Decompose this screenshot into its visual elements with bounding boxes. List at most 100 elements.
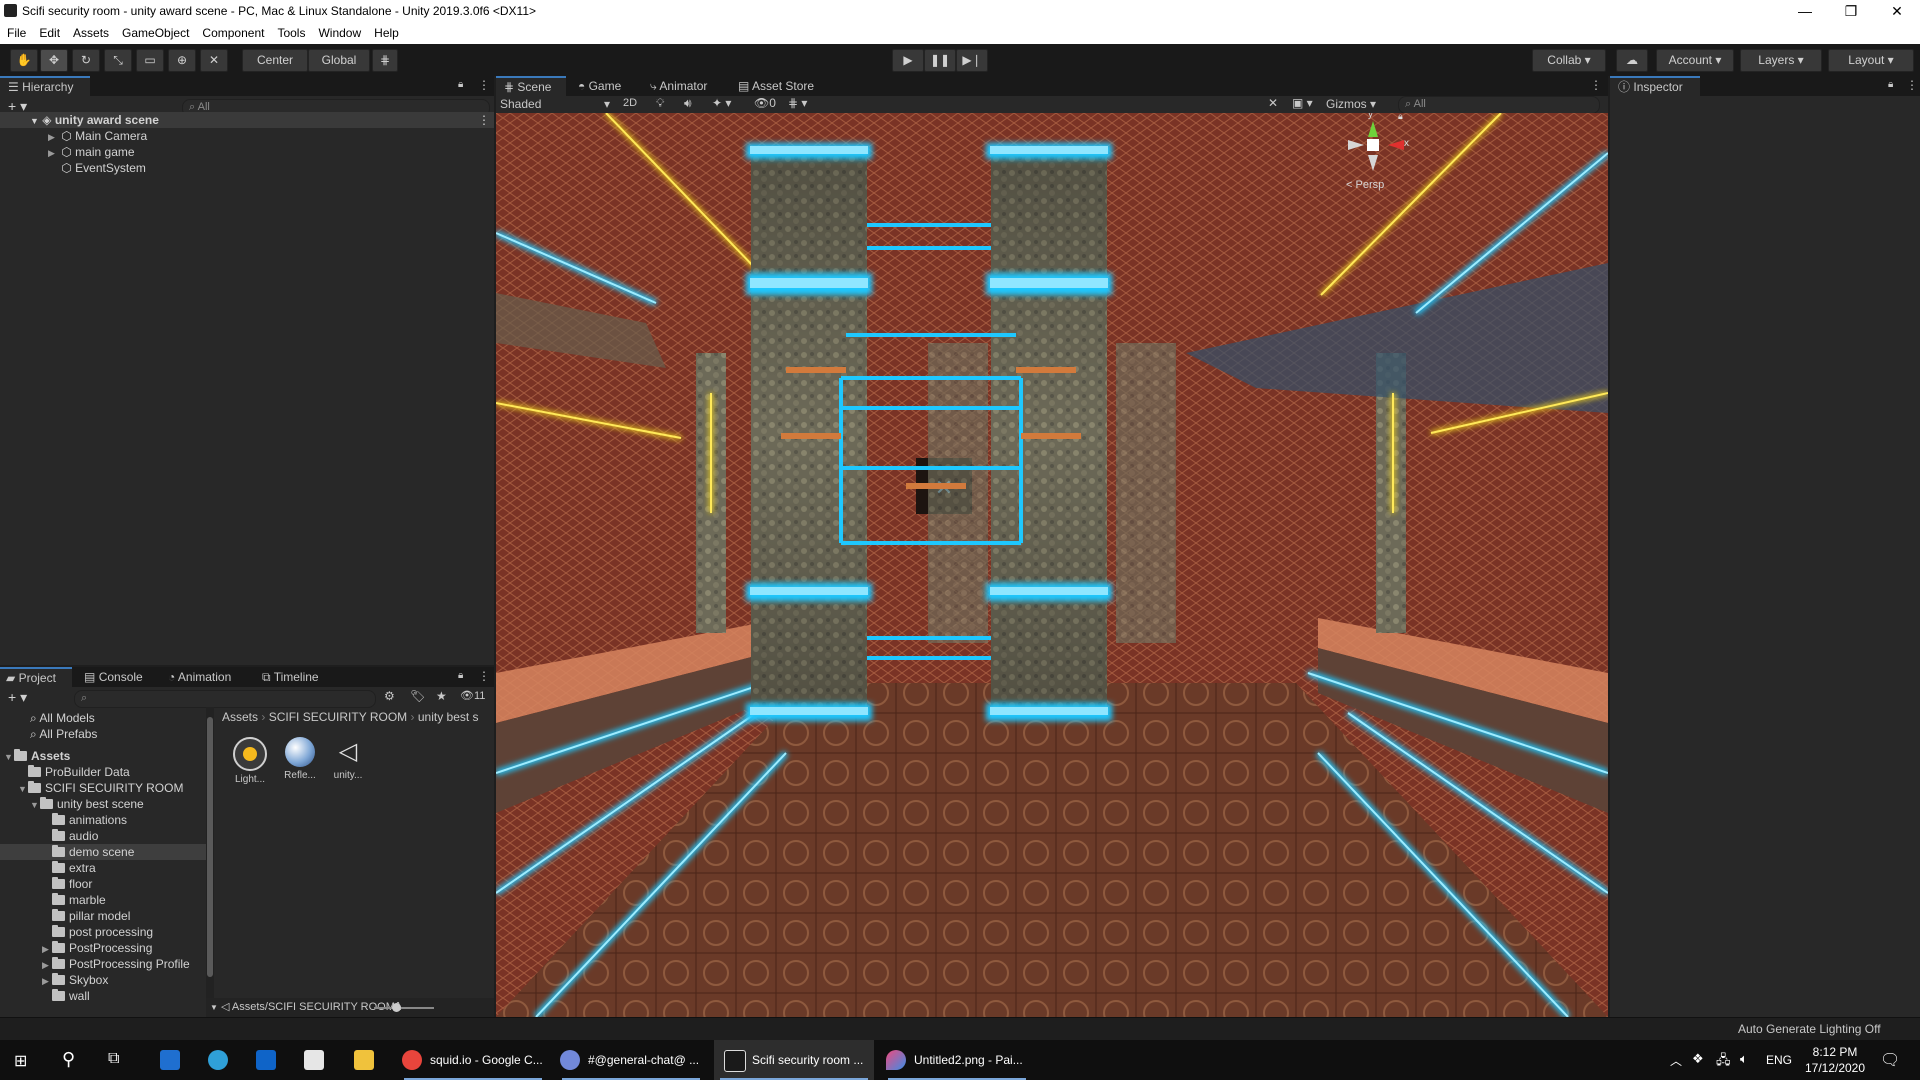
tree-item[interactable]: demo scene [0, 844, 206, 860]
tree-item[interactable]: marble [0, 892, 206, 908]
tree-root-assets[interactable]: ▼ Assets [4, 748, 70, 764]
task-view-icon[interactable]: ⧉ [108, 1050, 119, 1068]
space-global-button[interactable]: Global [308, 49, 370, 72]
tab-project[interactable]: ▰ Project [0, 667, 72, 687]
expand-arrow-icon[interactable]: ▶ [42, 957, 52, 973]
pause-button[interactable]: ❚❚ [924, 49, 956, 72]
create-asset-button[interactable]: + ▾ [8, 689, 27, 706]
pivot-center-button[interactable]: Center [242, 49, 308, 72]
tree-item[interactable]: ▼ SCIFI SECUIRITY ROOM [0, 780, 206, 796]
scene-root-row[interactable]: ▼ ◈ unity award scene ⋮ [0, 112, 494, 128]
scene-viewport[interactable]: ✕ [496, 113, 1608, 1017]
close-button[interactable]: ✕ [1874, 0, 1920, 24]
mode-2d-toggle[interactable]: 2D [618, 97, 642, 109]
favorite-star-icon[interactable]: ★ [436, 689, 447, 703]
tab-animation[interactable]: ◔ Animation [168, 667, 231, 687]
lock-icon[interactable]: 🔒︎ [458, 670, 463, 681]
tab-game[interactable]: ◓ Game [578, 76, 621, 96]
expand-arrow-icon[interactable]: ▶ [48, 129, 58, 145]
tab-timeline[interactable]: ⧉ Timeline [262, 667, 319, 687]
expand-arrow-icon[interactable]: ▼ [18, 781, 28, 797]
taskbar-app-chrome[interactable]: squid.io - Google C... [398, 1040, 548, 1080]
mail-icon[interactable] [160, 1050, 180, 1070]
lock-icon[interactable]: 🔒︎ [1888, 79, 1893, 90]
scene-menu-icon[interactable]: ⋮ [478, 112, 490, 128]
project-search-input[interactable]: ⌕ [74, 690, 376, 708]
cloud-icon[interactable]: ☁ [1616, 49, 1648, 72]
transform-tool-icon[interactable]: ⊕ [168, 49, 196, 72]
tree-item[interactable]: ProBuilder Data [0, 764, 206, 780]
lock-icon[interactable]: 🔒︎ [1398, 113, 1403, 122]
expand-arrow-icon[interactable]: ▶ [42, 941, 52, 957]
tab-asset-store[interactable]: ▤ Asset Store [738, 76, 814, 96]
asset-tile[interactable]: Light... [230, 737, 270, 785]
audio-toggle-icon[interactable]: 🔊︎ [684, 96, 692, 111]
maximize-button[interactable]: ❐ [1828, 0, 1874, 24]
filter-label-icon[interactable]: 🏷︎ [410, 689, 425, 703]
tree-scrollbar[interactable] [206, 707, 214, 1011]
rect-tool-icon[interactable]: ▭ [136, 49, 164, 72]
clock[interactable]: 8:12 PM 17/12/2020 [1800, 1044, 1870, 1076]
notifications-icon[interactable]: 🗨︎ [1880, 1050, 1900, 1070]
tree-item[interactable]: audio [0, 828, 206, 844]
lighting-toggle-icon[interactable]: 💡︎ [656, 96, 664, 111]
rotate-tool-icon[interactable]: ↻ [72, 49, 100, 72]
tree-item[interactable]: floor [0, 876, 206, 892]
tree-item[interactable]: post processing [0, 924, 206, 940]
taskbar-app-unity[interactable]: Scifi security room ... [714, 1040, 874, 1080]
play-button[interactable]: ▶ [892, 49, 924, 72]
camera-icon[interactable]: ▣ ▾ [1292, 96, 1313, 110]
visibility-icon[interactable]: 👁︎0 [754, 96, 776, 110]
file-explorer-icon[interactable] [354, 1050, 374, 1070]
store-icon[interactable] [304, 1050, 324, 1070]
kebab-menu-icon[interactable]: ⋮ [1906, 78, 1918, 92]
tab-inspector[interactable]: ⓘ Inspector [1610, 76, 1700, 96]
effects-toggle-icon[interactable]: ✦ ▾ [712, 96, 731, 110]
lock-icon[interactable]: 🔒︎ [458, 79, 463, 90]
favorite-item[interactable]: ⌕ All Models [30, 710, 95, 726]
breadcrumb-item[interactable]: SCIFI SECUIRITY ROOM [269, 710, 407, 724]
dropbox-icon[interactable]: ❖ [1692, 1051, 1704, 1067]
asset-tile[interactable]: ◁ unity... [328, 737, 368, 781]
collab-button[interactable]: Collab ▾ [1532, 49, 1606, 72]
kebab-menu-icon[interactable]: ⋮ [478, 669, 490, 683]
account-dropdown[interactable]: Account ▾ [1656, 49, 1734, 72]
tab-animator[interactable]: ⤷ Animator [650, 76, 707, 96]
taskbar-app-paint[interactable]: Untitled2.png - Pai... [882, 1040, 1032, 1080]
expand-arrow-icon[interactable]: ▼ [30, 116, 39, 126]
breadcrumb-item[interactable]: Assets [222, 710, 258, 724]
kebab-menu-icon[interactable]: ⋮ [478, 78, 490, 92]
menu-file[interactable]: File [0, 24, 32, 40]
tab-hierarchy[interactable]: ☰ Hierarchy [0, 76, 90, 96]
hidden-packages-icon[interactable]: 👁︎11 [460, 689, 485, 702]
tree-item[interactable]: ▶ PostProcessing Profile [0, 956, 206, 972]
chevron-up-icon[interactable]: ︿ [1670, 1052, 1682, 1069]
minimize-button[interactable]: — [1782, 0, 1828, 24]
tree-item[interactable]: animations [0, 812, 206, 828]
tree-item[interactable]: ▼ unity best scene [0, 796, 206, 812]
layers-dropdown[interactable]: Layers ▾ [1740, 49, 1822, 72]
tree-item[interactable]: wall [0, 988, 206, 1004]
orientation-gizmo[interactable]: y x 🔒︎ < Persp [1336, 113, 1409, 193]
tree-item[interactable]: pillar model [0, 908, 206, 924]
gizmos-dropdown[interactable]: Gizmos ▾ [1326, 97, 1388, 111]
hierarchy-item[interactable]: ▶ ⬡ main game [48, 144, 135, 160]
scale-tool-icon[interactable]: ⤡ [104, 49, 132, 72]
menu-help[interactable]: Help [367, 24, 405, 40]
lighting-status[interactable]: Auto Generate Lighting Off [1738, 1022, 1881, 1036]
expand-arrow-icon[interactable]: ▼ [210, 1003, 218, 1012]
tree-item[interactable]: ▶ Skybox [0, 972, 206, 988]
edge-icon[interactable] [208, 1050, 228, 1070]
menu-gameobject[interactable]: GameObject [115, 24, 195, 40]
asset-tile[interactable]: Refle... [280, 737, 320, 781]
menu-window[interactable]: Window [311, 24, 367, 40]
icon-size-slider[interactable] [374, 1003, 434, 1012]
layout-dropdown[interactable]: Layout ▾ [1828, 49, 1914, 72]
expand-arrow-icon[interactable]: ▶ [42, 973, 52, 989]
scene-search-input[interactable]: ⌕ All [1398, 96, 1600, 114]
windows-start-icon[interactable]: ⊞ [14, 1051, 27, 1071]
move-tool-icon[interactable]: ✥ [40, 49, 68, 72]
hierarchy-item[interactable]: ⬡ EventSystem [48, 160, 146, 176]
expand-arrow-icon[interactable]: ▼ [30, 797, 40, 813]
favorite-item[interactable]: ⌕ All Prefabs [30, 726, 97, 742]
